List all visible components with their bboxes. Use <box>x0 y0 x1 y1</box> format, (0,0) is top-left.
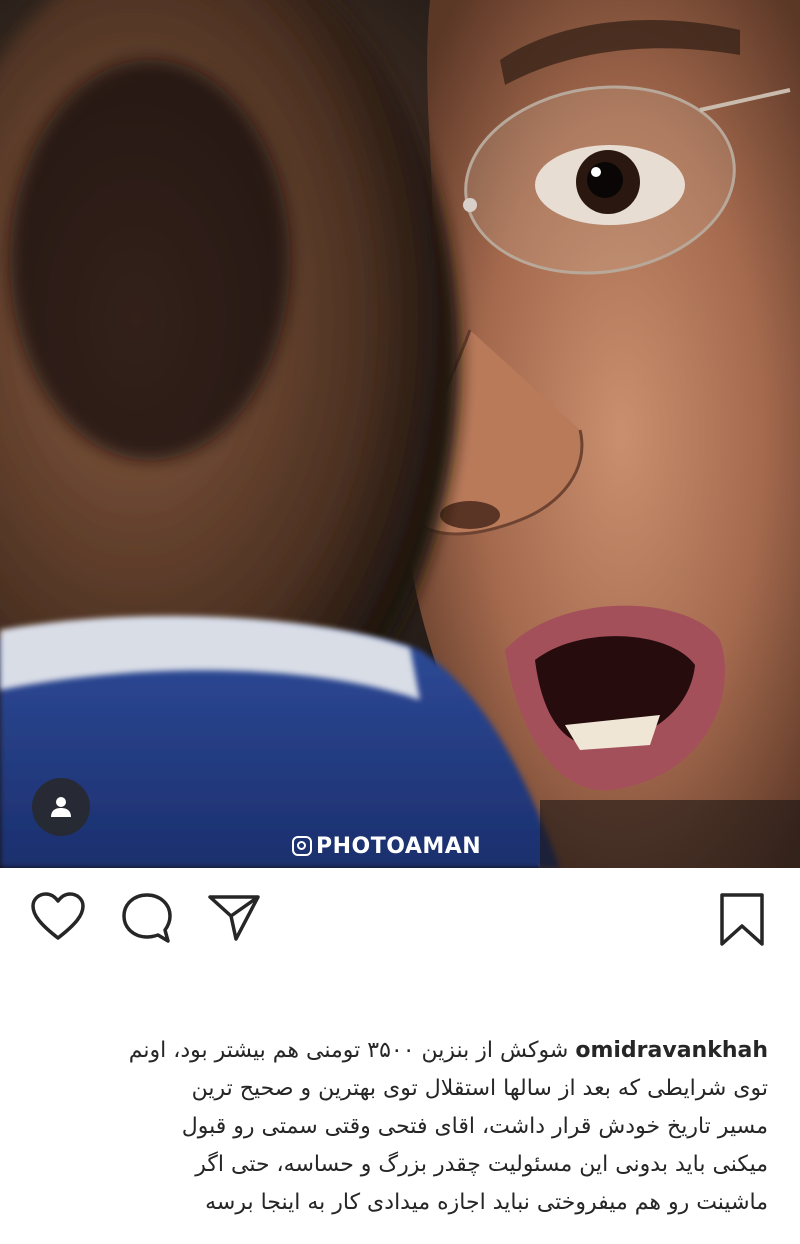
watermark-text: PHOTOAMAN <box>316 833 482 859</box>
heart-icon[interactable] <box>30 892 86 942</box>
send-icon[interactable] <box>206 892 262 942</box>
caption-line-4: میکنی باید بدونی این مسئولیت چقدر بزرگ و… <box>195 1152 768 1177</box>
post-photo[interactable]: PHOTOAMAN <box>0 0 800 868</box>
bookmark-icon[interactable] <box>716 892 768 948</box>
tag-people-button[interactable] <box>32 778 90 836</box>
instagram-icon <box>292 836 312 856</box>
comment-icon[interactable] <box>120 892 174 944</box>
person-icon <box>51 797 71 817</box>
photo-illustration <box>0 0 800 868</box>
photo-watermark: PHOTOAMAN <box>292 832 481 860</box>
caption-line-2: توی شرایطی که بعد از سالها استقلال توی ب… <box>191 1076 768 1101</box>
caption-username[interactable]: omidravankhah <box>575 1038 768 1063</box>
caption-line-1: omidravankhah شوکش از بنزین ۳۵۰۰ تومنی ه… <box>28 1032 768 1070</box>
caption-line-5: ماشینت رو هم میفروختی نباید اجازه میدادی… <box>205 1190 768 1215</box>
caption-text-1: شوکش از بنزین ۳۵۰۰ تومنی هم بیشتر بود، ا… <box>128 1038 569 1063</box>
post-caption: omidravankhah شوکش از بنزین ۳۵۰۰ تومنی ه… <box>28 1032 768 1222</box>
caption-line-3: مسیر تاریخ خودش قرار داشت، اقای فتحی وقت… <box>181 1114 768 1139</box>
